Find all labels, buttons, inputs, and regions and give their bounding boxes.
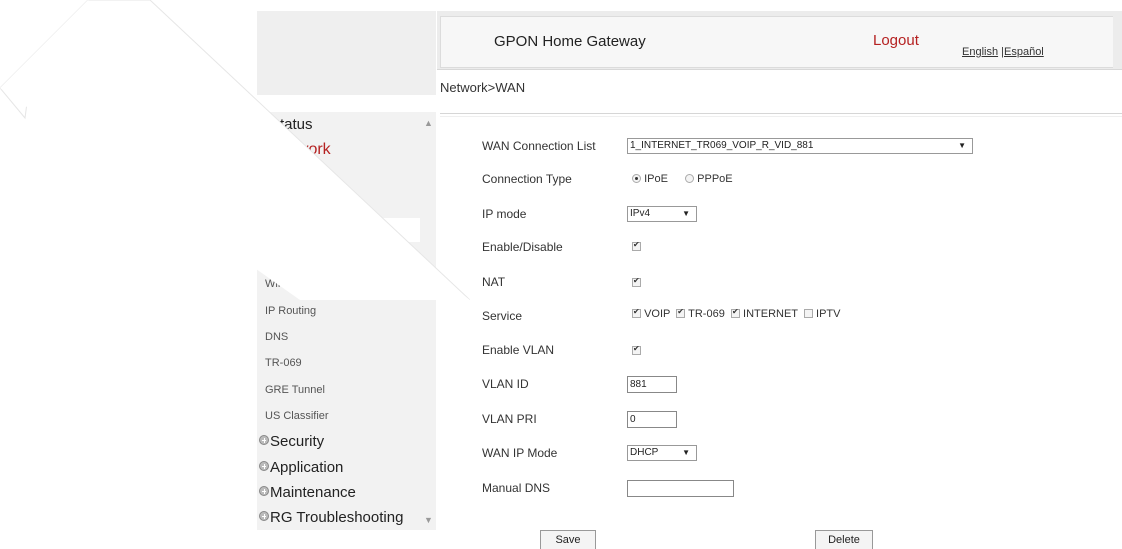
- sidebar-item-wan-dhcp[interactable]: WAN DHCP: [265, 252, 324, 264]
- radio-label: PPPoE: [697, 173, 733, 185]
- sidebar-item-ip-routing[interactable]: IP Routing: [265, 305, 316, 317]
- service-checkboxes: VOIP TR-069 INTERNET IPTV: [632, 307, 841, 320]
- manual-dns-input[interactable]: [627, 480, 734, 497]
- nat-label: NAT: [482, 275, 506, 289]
- service-label: Service: [482, 309, 523, 323]
- vlan-pri-input[interactable]: 0: [627, 411, 677, 428]
- sidebar-item-application[interactable]: Application: [259, 459, 343, 476]
- radio-ipoe[interactable]: [632, 174, 641, 183]
- manual-dns-label: Manual DNS: [482, 481, 551, 495]
- chevron-down-icon: ▼: [958, 141, 966, 150]
- checkbox-label: TR-069: [688, 308, 725, 320]
- enable-disable-checkbox[interactable]: [632, 240, 641, 251]
- sidebar-item-wan[interactable]: WAN: [265, 225, 291, 237]
- sidebar-item-label: Network: [272, 141, 331, 158]
- wan-ip-mode-select[interactable]: DHCP ▼: [627, 445, 697, 461]
- wan-connection-list-select[interactable]: 1_INTERNET_TR069_VOIP_R_VID_881 ▼: [627, 138, 973, 154]
- plus-icon: [259, 118, 269, 128]
- enable-vlan-label: Enable VLAN: [482, 343, 555, 357]
- divider: [440, 116, 1122, 117]
- tr069-checkbox[interactable]: [676, 307, 686, 318]
- sidebar-item-status[interactable]: Status: [259, 116, 313, 133]
- wan-ip-mode-label: WAN IP Mode: [482, 446, 558, 460]
- voip-checkbox[interactable]: [632, 307, 641, 318]
- radio-label: IPoE: [644, 173, 668, 185]
- sidebar-item-rg-troubleshooting[interactable]: RG Troubleshooting: [259, 509, 403, 526]
- sidebar-item-maintenance[interactable]: Maintenance: [259, 484, 356, 501]
- lang-english-link[interactable]: English: [962, 46, 998, 58]
- select-value: DHCP: [630, 447, 659, 458]
- vlan-pri-label: VLAN PRI: [482, 412, 537, 426]
- nat-checkbox[interactable]: [632, 276, 641, 287]
- ip-mode-label: IP mode: [482, 207, 527, 221]
- sidebar-item-label: Maintenance: [270, 484, 356, 501]
- sidebar-item-gre-tunnel[interactable]: GRE Tunnel: [265, 384, 325, 396]
- sidebar-item-label: Status: [270, 116, 313, 133]
- lang-spanish-link[interactable]: Español: [1004, 46, 1044, 58]
- checkbox-label: IPTV: [816, 308, 841, 320]
- sidebar-item-label: Security: [270, 433, 325, 450]
- enable-vlan-checkbox[interactable]: [632, 344, 641, 355]
- sidebar-item-lan[interactable]: LAN: [265, 172, 286, 184]
- iptv-checkbox[interactable]: [803, 309, 813, 318]
- plus-icon: [259, 461, 269, 471]
- delete-button[interactable]: Delete: [815, 530, 873, 549]
- plus-icon: [259, 486, 269, 496]
- connection-type-radios: IPoE PPPoE: [632, 173, 733, 185]
- app-title: GPON Home Gateway: [494, 33, 646, 50]
- divider: [440, 113, 1122, 114]
- sidebar-item-lan-ipv6[interactable]: LAN_IPv6: [265, 199, 315, 211]
- plus-icon: [259, 435, 269, 445]
- sidebar-item-us-classifier[interactable]: US Classifier: [265, 410, 329, 422]
- checkbox-label: INTERNET: [743, 308, 798, 320]
- radio-pppoe[interactable]: [685, 174, 695, 183]
- chevron-down-icon: ▼: [682, 209, 690, 218]
- sidebar-item-security[interactable]: Security: [259, 433, 324, 450]
- sidebar-item-wireless[interactable]: Wireless (2.4GHz): [265, 278, 355, 290]
- enable-disable-label: Enable/Disable: [482, 240, 563, 254]
- scroll-down-arrow-icon[interactable]: ▼: [424, 515, 433, 525]
- minus-icon: [259, 141, 271, 153]
- chevron-down-icon: ▼: [682, 448, 690, 457]
- sidebar-item-label: Application: [270, 459, 344, 476]
- language-switcher: English |Español: [962, 46, 1044, 58]
- scroll-up-arrow-icon[interactable]: ▲: [424, 118, 433, 128]
- connection-type-label: Connection Type: [482, 172, 572, 186]
- wan-connection-list-label: WAN Connection List: [482, 139, 596, 153]
- internet-checkbox[interactable]: [730, 307, 740, 318]
- breadcrumb: Network>WAN: [440, 80, 526, 95]
- sidebar-item-dns[interactable]: DNS: [265, 331, 288, 343]
- sidebar-item-network[interactable]: Network: [259, 141, 331, 159]
- save-button[interactable]: Save: [540, 530, 596, 549]
- select-value: IPv4: [630, 208, 651, 219]
- select-value: 1_INTERNET_TR069_VOIP_R_VID_881: [630, 140, 814, 151]
- ip-mode-select[interactable]: IPv4 ▼: [627, 206, 697, 222]
- plus-icon: [259, 511, 269, 521]
- checkbox-label: VOIP: [644, 308, 671, 320]
- logout-link[interactable]: Logout: [873, 32, 919, 49]
- sidebar-item-tr069[interactable]: TR-069: [265, 357, 302, 369]
- vlan-id-input[interactable]: 881: [627, 376, 677, 393]
- sidebar-item-label: RG Troubleshooting: [270, 509, 404, 526]
- vlan-id-label: VLAN ID: [482, 377, 529, 391]
- logo-area: [257, 11, 436, 95]
